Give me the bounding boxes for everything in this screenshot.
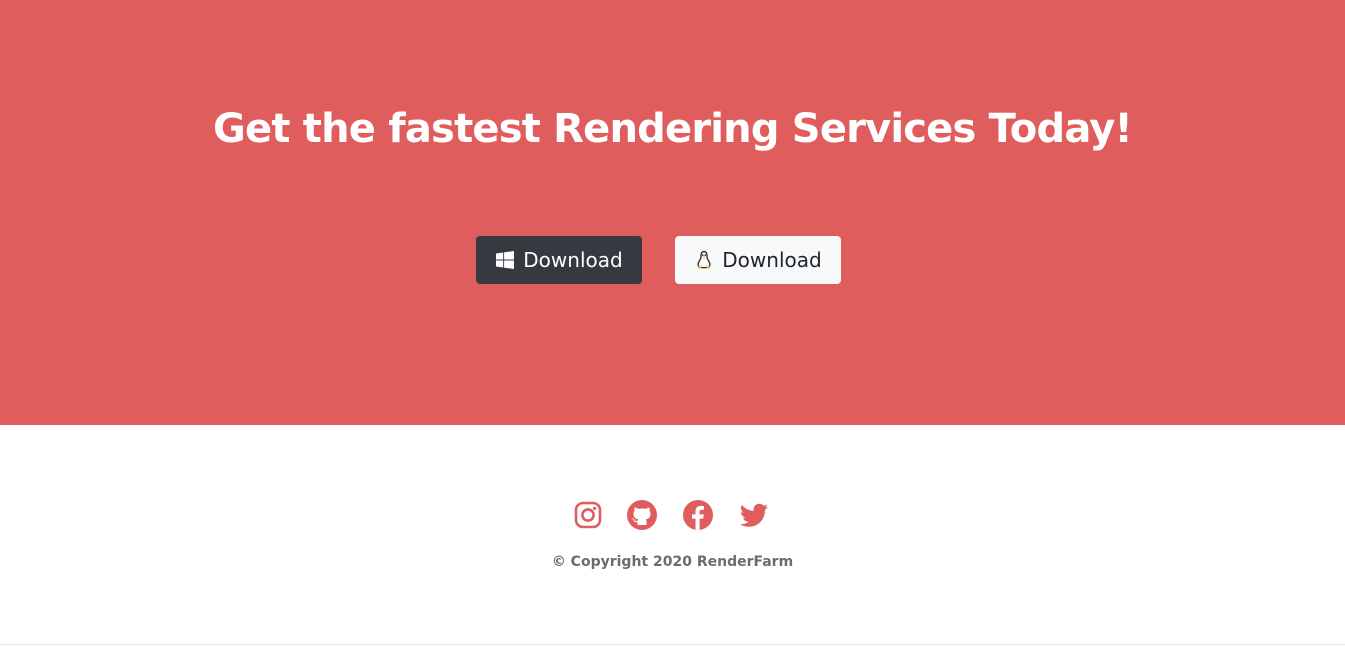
twitter-icon <box>739 503 768 527</box>
github-link[interactable] <box>625 498 659 532</box>
instagram-link[interactable] <box>571 498 605 532</box>
windows-download-button[interactable]: Download <box>476 236 642 284</box>
windows-icon <box>495 250 515 270</box>
windows-download-label: Download <box>523 248 623 272</box>
facebook-icon <box>683 500 713 530</box>
facebook-link[interactable] <box>681 498 715 532</box>
twitter-link[interactable] <box>737 498 771 532</box>
linux-download-button[interactable]: Download <box>675 236 841 284</box>
hero-section: Get the fastest Rendering Services Today… <box>0 0 1345 425</box>
hero-title: Get the fastest Rendering Services Today… <box>213 106 1133 152</box>
bottom-divider <box>0 644 1345 645</box>
copyright-text: © Copyright 2020 RenderFarm <box>551 554 794 570</box>
linux-download-label: Download <box>722 248 822 272</box>
instagram-icon <box>574 501 602 529</box>
social-links <box>0 498 1345 532</box>
linux-icon <box>694 250 714 270</box>
github-icon <box>627 500 657 530</box>
